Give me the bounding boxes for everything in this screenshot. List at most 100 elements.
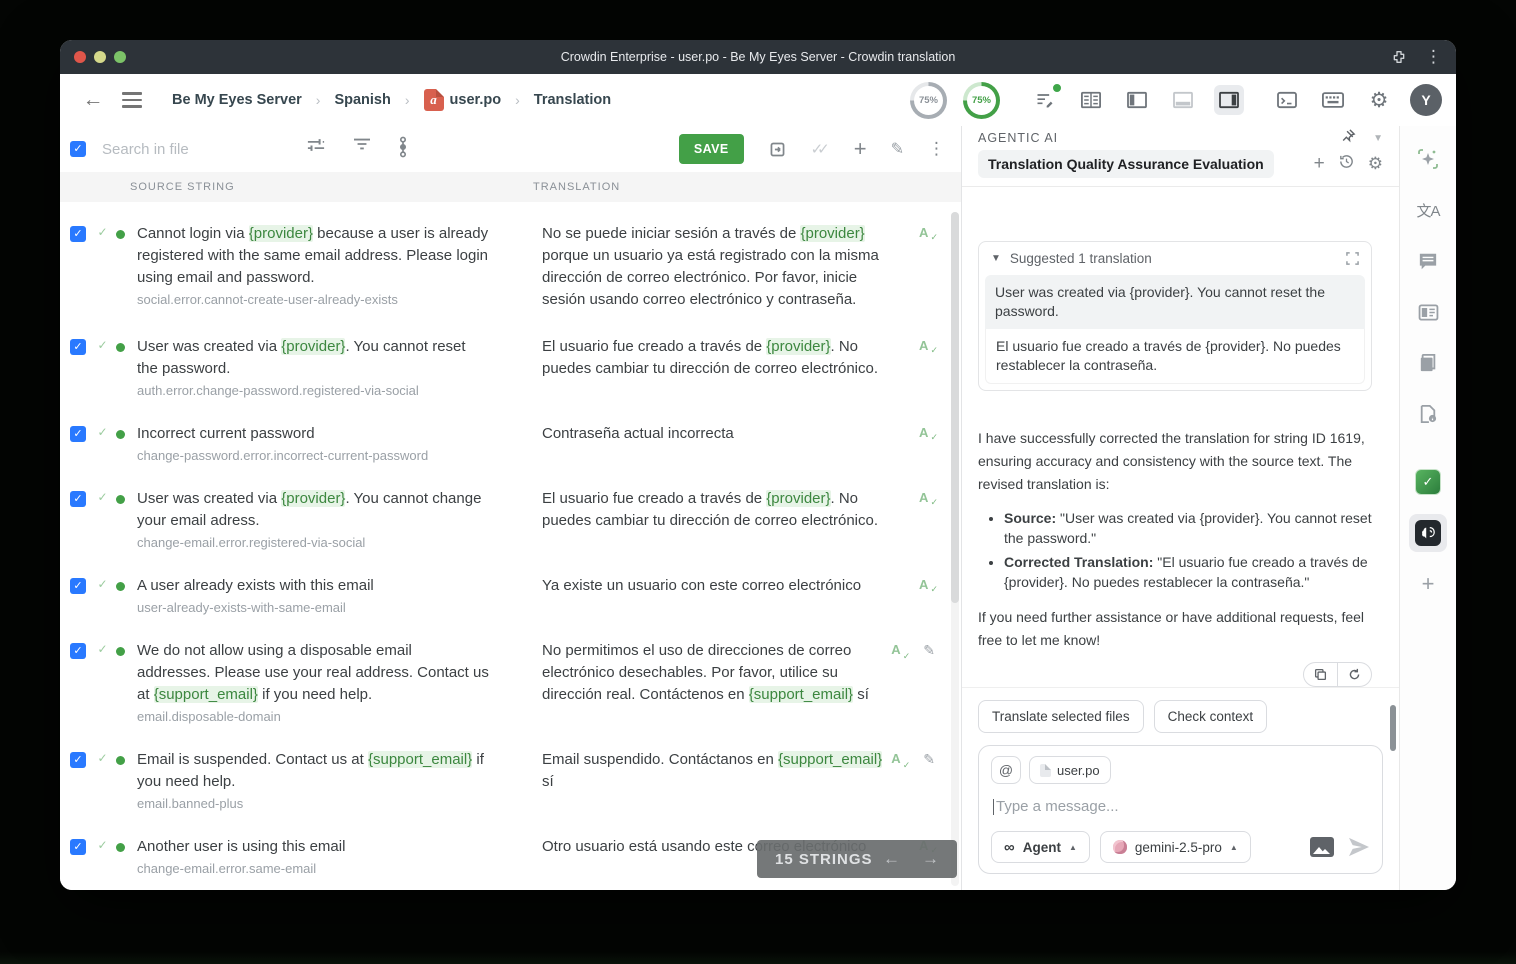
source-string-text[interactable]: Incorrect current password xyxy=(137,423,489,445)
machine-translation-icon[interactable]: 文A xyxy=(1409,191,1447,229)
comments-icon[interactable] xyxy=(1409,242,1447,280)
minimize-window-button[interactable] xyxy=(94,51,106,63)
translation-text[interactable]: No permitimos el uso de direcciones de c… xyxy=(542,640,884,706)
linked-strings-icon[interactable] xyxy=(398,136,408,163)
ai-proofread-icon[interactable]: A✓ xyxy=(891,642,907,659)
translation-text[interactable]: Email suspendido. Contáctanos en {suppor… xyxy=(542,749,884,793)
ai-proofread-icon[interactable]: A✓ xyxy=(919,577,935,592)
breadcrumb-project[interactable]: Be My Eyes Server xyxy=(172,92,302,108)
breadcrumb-file[interactable]: a user.po xyxy=(424,89,502,111)
copy-source-icon[interactable] xyxy=(768,140,787,159)
row-checkbox[interactable]: ✓ xyxy=(70,491,86,507)
table-row[interactable]: ✓✓Incorrect current passwordchange-passw… xyxy=(60,410,961,475)
chevron-down-icon[interactable]: ▼ xyxy=(991,253,1001,264)
model-dropdown[interactable]: gemini-2.5-pro ▲ xyxy=(1100,831,1251,863)
expand-icon[interactable] xyxy=(1346,252,1359,265)
message-composer[interactable]: @ user.po Type a message... xyxy=(978,745,1383,874)
check-context-button[interactable]: Check context xyxy=(1154,700,1268,733)
regenerate-response-icon[interactable] xyxy=(1337,663,1371,686)
ai-proofread-icon[interactable]: A✓ xyxy=(919,490,935,505)
table-row[interactable]: ✓✓User was created via {provider}. You c… xyxy=(60,323,961,410)
ai-assistant-icon[interactable] xyxy=(1409,140,1447,178)
ai-settings-icon[interactable]: ⚙ xyxy=(1368,154,1383,174)
history-icon[interactable] xyxy=(1338,153,1355,175)
approved-progress-ring[interactable]: 75% xyxy=(963,82,1000,119)
add-app-icon[interactable]: + xyxy=(1409,565,1447,603)
edit-icon[interactable]: ✎ xyxy=(891,139,904,159)
source-string-text[interactable]: Another user is using this email xyxy=(137,836,489,858)
collapse-panel-icon[interactable]: ▼ xyxy=(1373,133,1383,144)
agent-mode-dropdown[interactable]: ∞ Agent ▲ xyxy=(991,831,1090,863)
row-checkbox[interactable]: ✓ xyxy=(70,578,86,594)
ai-panel-scrollbar[interactable] xyxy=(1390,705,1396,751)
pin-panel-icon[interactable] xyxy=(1340,127,1357,149)
agentic-ai-app-icon[interactable] xyxy=(1409,514,1447,552)
settings-gear-icon[interactable]: ⚙ xyxy=(1364,85,1394,115)
left-panel-layout-icon[interactable] xyxy=(1122,85,1152,115)
edit-translation-icon[interactable]: ✎ xyxy=(923,751,935,768)
translation-text[interactable]: El usuario fue creado a través de {provi… xyxy=(542,336,884,380)
more-options-icon[interactable]: ⋮ xyxy=(928,139,945,159)
advanced-filter-icon[interactable] xyxy=(306,136,326,163)
ai-proofread-icon[interactable]: A✓ xyxy=(919,225,935,240)
copy-response-icon[interactable] xyxy=(1304,663,1337,686)
save-button[interactable]: SAVE xyxy=(679,134,744,164)
translation-text[interactable]: El usuario fue creado a través de {provi… xyxy=(542,488,884,532)
table-row[interactable]: ✓✓Email is suspended. Contact us at {sup… xyxy=(60,736,961,823)
menu-icon[interactable] xyxy=(118,88,146,111)
translate-selected-files-button[interactable]: Translate selected files xyxy=(978,700,1144,733)
source-string-text[interactable]: We do not allow using a disposable email… xyxy=(137,640,489,706)
table-row[interactable]: ✓✓Cannot login via {provider} because a … xyxy=(60,210,961,323)
zoom-window-button[interactable] xyxy=(114,51,126,63)
attach-image-icon[interactable] xyxy=(1310,837,1334,857)
row-checkbox[interactable]: ✓ xyxy=(70,839,86,855)
translation-text[interactable]: No se puede iniciar sesión a través de {… xyxy=(542,223,884,311)
breadcrumb-language[interactable]: Spanish xyxy=(334,92,390,108)
keyboard-shortcuts-icon[interactable] xyxy=(1318,85,1348,115)
row-checkbox[interactable]: ✓ xyxy=(70,226,86,242)
source-string-text[interactable]: Cannot login via {provider} because a us… xyxy=(137,223,489,289)
search-input[interactable] xyxy=(102,141,292,158)
extensions-icon[interactable] xyxy=(1391,49,1407,65)
send-message-icon[interactable] xyxy=(1348,837,1370,857)
strings-scrollbar[interactable] xyxy=(951,212,959,886)
next-page-icon[interactable]: → xyxy=(922,849,939,869)
console-icon[interactable] xyxy=(1272,85,1302,115)
translation-text[interactable]: Contraseña actual incorrecta xyxy=(542,423,884,445)
draft-notes-icon[interactable] xyxy=(1030,85,1060,115)
side-by-side-view-icon[interactable] xyxy=(1076,85,1106,115)
attached-file-chip[interactable]: user.po xyxy=(1029,756,1111,784)
bottom-panel-layout-icon[interactable] xyxy=(1168,85,1198,115)
ai-proofread-icon[interactable]: A✓ xyxy=(891,751,907,768)
edit-translation-icon[interactable]: ✎ xyxy=(923,642,935,659)
source-string-text[interactable]: User was created via {provider}. You can… xyxy=(137,336,489,380)
ai-proofread-icon[interactable]: A✓ xyxy=(919,338,935,353)
table-row[interactable]: ✓✓User was created via {provider}. Pleas… xyxy=(60,888,961,890)
source-string-text[interactable]: User was created via {provider}. You can… xyxy=(137,488,489,532)
browser-menu-icon[interactable]: ⋮ xyxy=(1425,47,1442,67)
row-checkbox[interactable]: ✓ xyxy=(70,643,86,659)
new-conversation-icon[interactable]: + xyxy=(1314,153,1325,175)
row-checkbox[interactable]: ✓ xyxy=(70,426,86,442)
right-panel-layout-icon[interactable] xyxy=(1214,85,1244,115)
back-icon[interactable]: ← xyxy=(78,88,108,112)
select-all-checkbox[interactable]: ✓ xyxy=(70,141,86,157)
user-avatar[interactable]: Y xyxy=(1410,84,1442,116)
table-row[interactable]: ✓✓We do not allow using a disposable ema… xyxy=(60,627,961,736)
row-checkbox[interactable]: ✓ xyxy=(70,752,86,768)
suggested-header-label[interactable]: Suggested 1 translation xyxy=(1010,251,1152,266)
context-card-icon[interactable] xyxy=(1409,293,1447,331)
translation-text[interactable]: Ya existe un usuario con este correo ele… xyxy=(542,575,884,597)
table-row[interactable]: ✓✓User was created via {provider}. You c… xyxy=(60,475,961,562)
close-window-button[interactable] xyxy=(74,51,86,63)
qa-checks-app-icon[interactable]: ✓ xyxy=(1409,463,1447,501)
glossary-icon[interactable] xyxy=(1409,344,1447,382)
table-row[interactable]: ✓✓A user already exists with this emailu… xyxy=(60,562,961,627)
mention-button[interactable]: @ xyxy=(991,756,1021,784)
file-info-icon[interactable] xyxy=(1409,395,1447,433)
translated-progress-ring[interactable]: 75% xyxy=(910,82,947,119)
source-string-text[interactable]: Email is suspended. Contact us at {suppo… xyxy=(137,749,489,793)
breadcrumb-mode[interactable]: Translation xyxy=(534,92,611,108)
filter-icon[interactable] xyxy=(352,136,372,163)
add-string-icon[interactable]: + xyxy=(854,136,867,162)
